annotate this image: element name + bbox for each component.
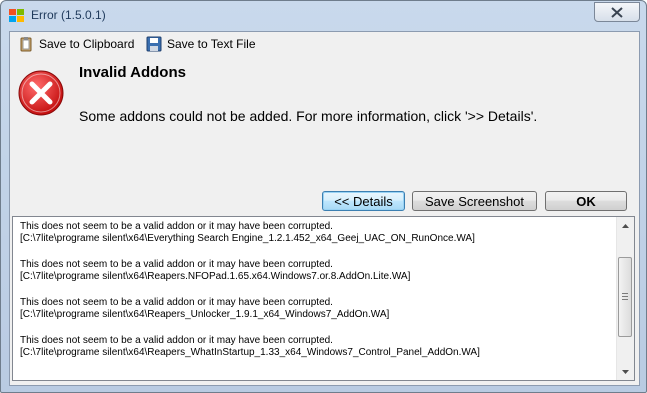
- scroll-up-icon[interactable]: [617, 217, 634, 234]
- error-dialog-window: Error (1.5.0.1) Save to Clipboard Save t…: [0, 0, 647, 393]
- error-icon: [18, 70, 64, 116]
- title-bar[interactable]: Error (1.5.0.1): [1, 1, 646, 31]
- dialog-message: Some addons could not be added. For more…: [79, 108, 538, 124]
- clipboard-icon: [18, 36, 34, 52]
- close-icon: [611, 6, 623, 18]
- log-entry: This does not seem to be a valid addon o…: [20, 259, 610, 283]
- log-entry-path: [C:\7lite\programe silent\x64\Reapers_Un…: [20, 309, 390, 320]
- log-entry-path: [C:\7lite\programe silent\x64\Reapers.NF…: [20, 271, 411, 282]
- log-entry-message: This does not seem to be a valid addon o…: [20, 221, 333, 232]
- scrollbar-thumb[interactable]: [618, 257, 632, 337]
- log-entry-path: [C:\7lite\programe silent\x64\Everything…: [20, 233, 475, 244]
- floppy-disk-icon: [146, 36, 162, 52]
- log-entry: This does not seem to be a valid addon o…: [20, 297, 610, 321]
- ok-button[interactable]: OK: [545, 191, 627, 211]
- save-to-text-file-label: Save to Text File: [167, 37, 256, 51]
- save-to-clipboard-label: Save to Clipboard: [39, 37, 135, 51]
- log-entry-path: [C:\7lite\programe silent\x64\Reapers_Wh…: [20, 347, 480, 358]
- log-entry: This does not seem to be a valid addon o…: [20, 221, 610, 245]
- message-area: Invalid Addons Some addons could not be …: [10, 56, 639, 215]
- windows-logo-icon: [9, 9, 25, 23]
- log-entry-message: This does not seem to be a valid addon o…: [20, 297, 333, 308]
- log-entry: This does not seem to be a valid addon o…: [20, 335, 610, 359]
- vertical-scrollbar[interactable]: [616, 217, 634, 380]
- save-to-text-file-button[interactable]: Save to Text File: [146, 35, 256, 53]
- save-to-clipboard-button[interactable]: Save to Clipboard: [18, 35, 134, 53]
- dialog-body: Save to Clipboard Save to Text File Inva…: [9, 31, 640, 386]
- details-toggle-button[interactable]: << Details: [322, 191, 405, 211]
- log-entry-message: This does not seem to be a valid addon o…: [20, 335, 333, 346]
- scroll-down-icon[interactable]: [617, 363, 634, 380]
- details-log-text: This does not seem to be a valid addon o…: [20, 221, 610, 373]
- log-entry-message: This does not seem to be a valid addon o…: [20, 259, 333, 270]
- dialog-heading: Invalid Addons: [79, 64, 186, 81]
- details-log-box[interactable]: This does not seem to be a valid addon o…: [12, 216, 635, 381]
- toolbar: Save to Clipboard Save to Text File: [10, 32, 639, 56]
- window-title: Error (1.5.0.1): [31, 8, 106, 22]
- save-screenshot-button[interactable]: Save Screenshot: [412, 191, 537, 211]
- close-button[interactable]: [594, 2, 640, 22]
